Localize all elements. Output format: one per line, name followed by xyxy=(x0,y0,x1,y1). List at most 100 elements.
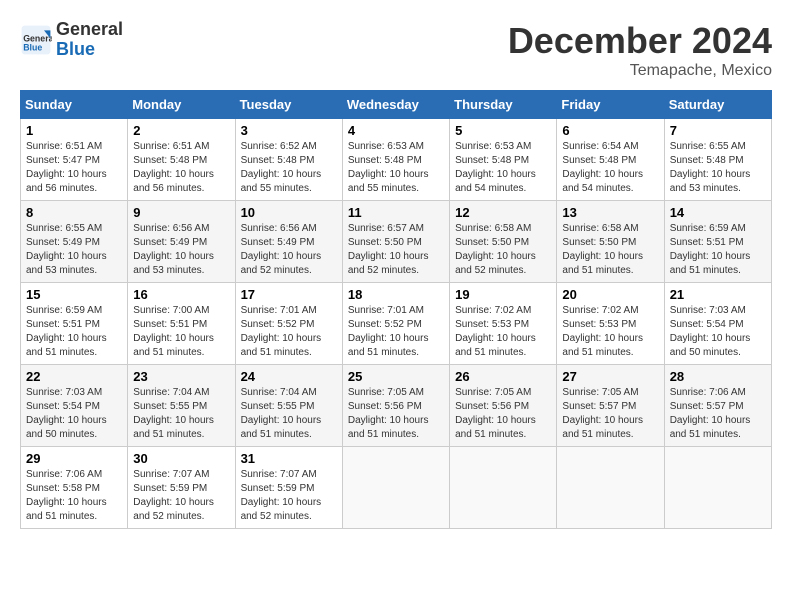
day-info: Sunrise: 6:59 AMSunset: 5:51 PMDaylight:… xyxy=(26,305,107,358)
table-row: 22 Sunrise: 7:03 AMSunset: 5:54 PMDaylig… xyxy=(21,365,128,447)
col-sunday: Sunday xyxy=(21,91,128,119)
logo: General Blue General Blue xyxy=(20,20,123,60)
table-row: 5 Sunrise: 6:53 AMSunset: 5:48 PMDayligh… xyxy=(450,119,557,201)
col-wednesday: Wednesday xyxy=(342,91,449,119)
calendar-header-row: Sunday Monday Tuesday Wednesday Thursday… xyxy=(21,91,772,119)
table-row xyxy=(342,447,449,529)
day-number: 3 xyxy=(241,123,337,138)
day-number: 17 xyxy=(241,287,337,302)
table-row: 6 Sunrise: 6:54 AMSunset: 5:48 PMDayligh… xyxy=(557,119,664,201)
table-row: 3 Sunrise: 6:52 AMSunset: 5:48 PMDayligh… xyxy=(235,119,342,201)
table-row: 27 Sunrise: 7:05 AMSunset: 5:57 PMDaylig… xyxy=(557,365,664,447)
day-number: 27 xyxy=(562,369,658,384)
day-number: 23 xyxy=(133,369,229,384)
table-row: 31 Sunrise: 7:07 AMSunset: 5:59 PMDaylig… xyxy=(235,447,342,529)
day-number: 30 xyxy=(133,451,229,466)
table-row: 10 Sunrise: 6:56 AMSunset: 5:49 PMDaylig… xyxy=(235,201,342,283)
day-number: 25 xyxy=(348,369,444,384)
calendar-week-1: 1 Sunrise: 6:51 AMSunset: 5:47 PMDayligh… xyxy=(21,119,772,201)
day-info: Sunrise: 7:04 AMSunset: 5:55 PMDaylight:… xyxy=(133,387,214,440)
day-number: 24 xyxy=(241,369,337,384)
title-area: December 2024 Temapache, Mexico xyxy=(508,20,772,80)
table-row: 25 Sunrise: 7:05 AMSunset: 5:56 PMDaylig… xyxy=(342,365,449,447)
day-info: Sunrise: 7:00 AMSunset: 5:51 PMDaylight:… xyxy=(133,305,214,358)
day-info: Sunrise: 6:53 AMSunset: 5:48 PMDaylight:… xyxy=(348,141,429,194)
table-row: 14 Sunrise: 6:59 AMSunset: 5:51 PMDaylig… xyxy=(664,201,771,283)
day-info: Sunrise: 7:07 AMSunset: 5:59 PMDaylight:… xyxy=(133,469,214,522)
day-info: Sunrise: 7:06 AMSunset: 5:58 PMDaylight:… xyxy=(26,469,107,522)
day-number: 8 xyxy=(26,205,122,220)
table-row: 16 Sunrise: 7:00 AMSunset: 5:51 PMDaylig… xyxy=(128,283,235,365)
day-info: Sunrise: 7:01 AMSunset: 5:52 PMDaylight:… xyxy=(241,305,322,358)
day-info: Sunrise: 7:07 AMSunset: 5:59 PMDaylight:… xyxy=(241,469,322,522)
day-info: Sunrise: 6:51 AMSunset: 5:48 PMDaylight:… xyxy=(133,141,214,194)
day-number: 29 xyxy=(26,451,122,466)
day-info: Sunrise: 6:56 AMSunset: 5:49 PMDaylight:… xyxy=(133,223,214,276)
table-row: 7 Sunrise: 6:55 AMSunset: 5:48 PMDayligh… xyxy=(664,119,771,201)
day-info: Sunrise: 6:59 AMSunset: 5:51 PMDaylight:… xyxy=(670,223,751,276)
day-info: Sunrise: 6:52 AMSunset: 5:48 PMDaylight:… xyxy=(241,141,322,194)
calendar-table: Sunday Monday Tuesday Wednesday Thursday… xyxy=(20,90,772,529)
table-row: 1 Sunrise: 6:51 AMSunset: 5:47 PMDayligh… xyxy=(21,119,128,201)
calendar-week-2: 8 Sunrise: 6:55 AMSunset: 5:49 PMDayligh… xyxy=(21,201,772,283)
day-number: 20 xyxy=(562,287,658,302)
day-info: Sunrise: 6:51 AMSunset: 5:47 PMDaylight:… xyxy=(26,141,107,194)
day-number: 5 xyxy=(455,123,551,138)
table-row: 2 Sunrise: 6:51 AMSunset: 5:48 PMDayligh… xyxy=(128,119,235,201)
table-row: 23 Sunrise: 7:04 AMSunset: 5:55 PMDaylig… xyxy=(128,365,235,447)
day-info: Sunrise: 7:02 AMSunset: 5:53 PMDaylight:… xyxy=(455,305,536,358)
logo-text: General Blue xyxy=(56,20,123,60)
table-row: 8 Sunrise: 6:55 AMSunset: 5:49 PMDayligh… xyxy=(21,201,128,283)
location-subtitle: Temapache, Mexico xyxy=(508,62,772,80)
table-row: 15 Sunrise: 6:59 AMSunset: 5:51 PMDaylig… xyxy=(21,283,128,365)
table-row: 9 Sunrise: 6:56 AMSunset: 5:49 PMDayligh… xyxy=(128,201,235,283)
svg-text:Blue: Blue xyxy=(23,42,42,52)
day-info: Sunrise: 6:58 AMSunset: 5:50 PMDaylight:… xyxy=(562,223,643,276)
table-row: 19 Sunrise: 7:02 AMSunset: 5:53 PMDaylig… xyxy=(450,283,557,365)
table-row: 17 Sunrise: 7:01 AMSunset: 5:52 PMDaylig… xyxy=(235,283,342,365)
day-info: Sunrise: 7:03 AMSunset: 5:54 PMDaylight:… xyxy=(26,387,107,440)
day-number: 10 xyxy=(241,205,337,220)
table-row: 11 Sunrise: 6:57 AMSunset: 5:50 PMDaylig… xyxy=(342,201,449,283)
day-info: Sunrise: 6:58 AMSunset: 5:50 PMDaylight:… xyxy=(455,223,536,276)
day-number: 2 xyxy=(133,123,229,138)
day-number: 31 xyxy=(241,451,337,466)
day-info: Sunrise: 7:05 AMSunset: 5:57 PMDaylight:… xyxy=(562,387,643,440)
table-row: 18 Sunrise: 7:01 AMSunset: 5:52 PMDaylig… xyxy=(342,283,449,365)
day-number: 16 xyxy=(133,287,229,302)
col-tuesday: Tuesday xyxy=(235,91,342,119)
day-number: 21 xyxy=(670,287,766,302)
table-row: 13 Sunrise: 6:58 AMSunset: 5:50 PMDaylig… xyxy=(557,201,664,283)
day-number: 6 xyxy=(562,123,658,138)
table-row xyxy=(664,447,771,529)
table-row xyxy=(450,447,557,529)
day-number: 26 xyxy=(455,369,551,384)
logo-icon: General Blue xyxy=(20,24,52,56)
col-saturday: Saturday xyxy=(664,91,771,119)
day-number: 22 xyxy=(26,369,122,384)
day-info: Sunrise: 7:03 AMSunset: 5:54 PMDaylight:… xyxy=(670,305,751,358)
day-info: Sunrise: 6:56 AMSunset: 5:49 PMDaylight:… xyxy=(241,223,322,276)
table-row xyxy=(557,447,664,529)
table-row: 4 Sunrise: 6:53 AMSunset: 5:48 PMDayligh… xyxy=(342,119,449,201)
logo-general: General xyxy=(56,19,123,39)
day-number: 18 xyxy=(348,287,444,302)
day-number: 1 xyxy=(26,123,122,138)
day-info: Sunrise: 7:04 AMSunset: 5:55 PMDaylight:… xyxy=(241,387,322,440)
table-row: 24 Sunrise: 7:04 AMSunset: 5:55 PMDaylig… xyxy=(235,365,342,447)
day-number: 13 xyxy=(562,205,658,220)
day-info: Sunrise: 6:54 AMSunset: 5:48 PMDaylight:… xyxy=(562,141,643,194)
day-info: Sunrise: 7:06 AMSunset: 5:57 PMDaylight:… xyxy=(670,387,751,440)
day-number: 28 xyxy=(670,369,766,384)
day-info: Sunrise: 6:55 AMSunset: 5:49 PMDaylight:… xyxy=(26,223,107,276)
day-info: Sunrise: 7:01 AMSunset: 5:52 PMDaylight:… xyxy=(348,305,429,358)
page-header: General Blue General Blue December 2024 … xyxy=(20,20,772,80)
day-number: 9 xyxy=(133,205,229,220)
day-info: Sunrise: 6:53 AMSunset: 5:48 PMDaylight:… xyxy=(455,141,536,194)
day-number: 4 xyxy=(348,123,444,138)
table-row: 29 Sunrise: 7:06 AMSunset: 5:58 PMDaylig… xyxy=(21,447,128,529)
col-thursday: Thursday xyxy=(450,91,557,119)
calendar-week-4: 22 Sunrise: 7:03 AMSunset: 5:54 PMDaylig… xyxy=(21,365,772,447)
day-info: Sunrise: 7:02 AMSunset: 5:53 PMDaylight:… xyxy=(562,305,643,358)
day-info: Sunrise: 7:05 AMSunset: 5:56 PMDaylight:… xyxy=(348,387,429,440)
